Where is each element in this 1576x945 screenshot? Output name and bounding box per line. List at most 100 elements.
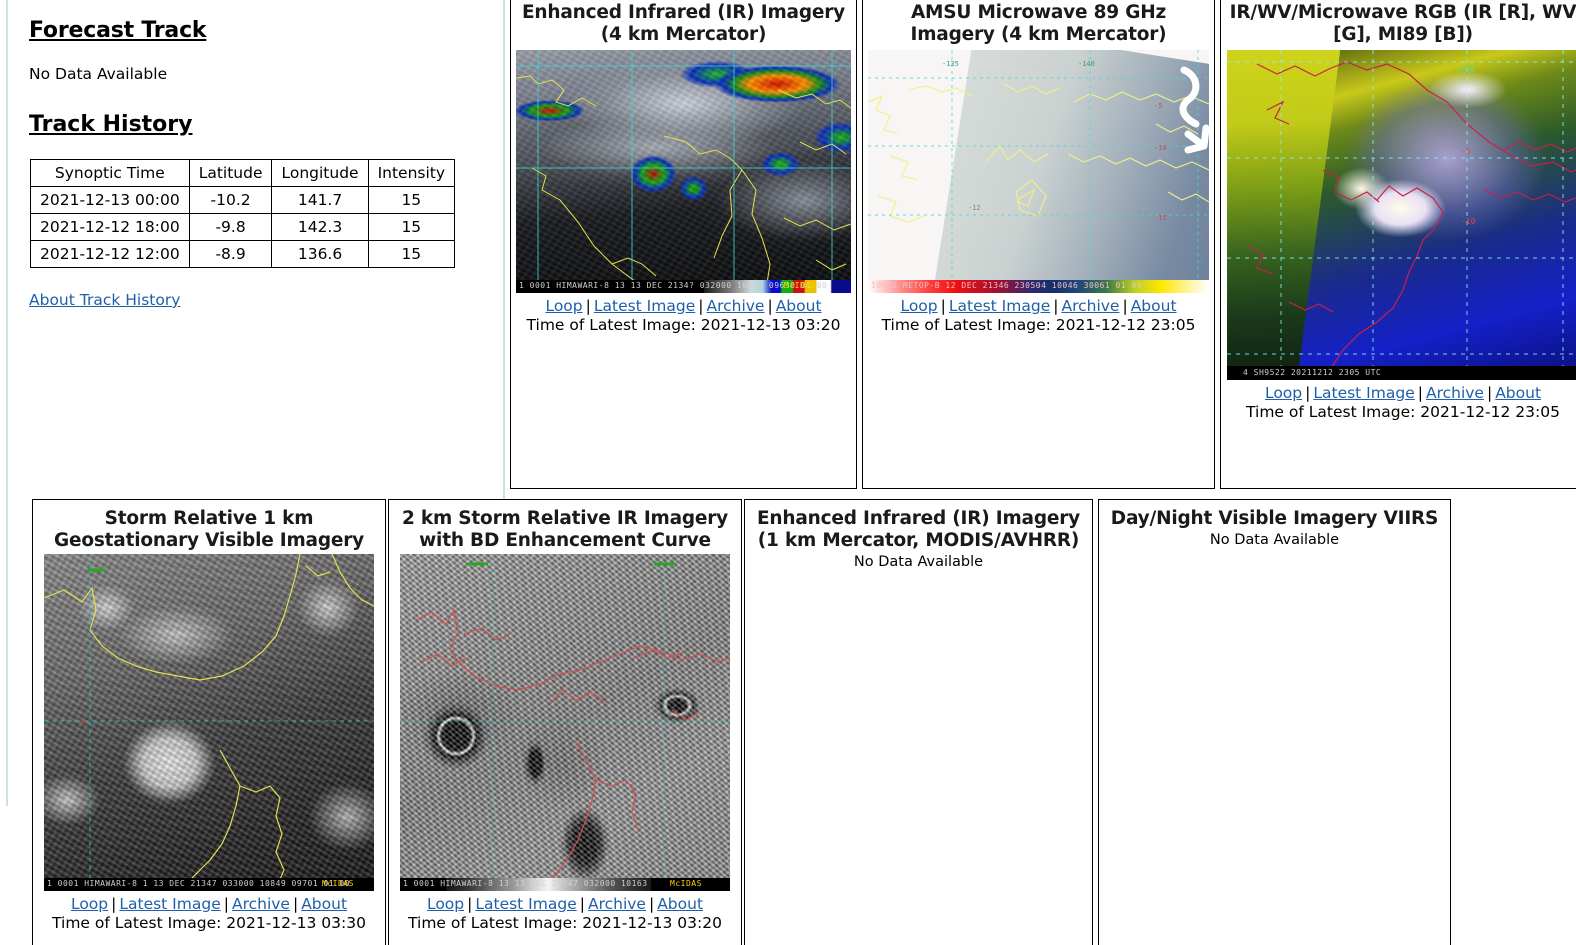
panel-title-storm-relative-2km-ir-bd: 2 km Storm Relative IR Imagery with BD E…	[401, 508, 729, 551]
panel-day-night-visible-viirs: Day/Night Visible Imagery VIIRS No Data …	[1098, 499, 1451, 945]
image-annotation-tag: McIDAS	[784, 281, 816, 290]
cell-synoptic-time: 2021-12-12 12:00	[30, 240, 190, 268]
latest-image-link[interactable]: Latest Image	[475, 895, 576, 913]
link-separator: |	[223, 895, 229, 913]
table-row: 2021-12-13 00:00 -10.2 141.7 15	[30, 186, 456, 214]
satellite-image-ir-wv-microwave-rgb[interactable]: -136 -5 -10 4 SH9522 20211212 2305 UTC	[1227, 50, 1576, 380]
cell-longitude: 142.3	[271, 213, 369, 241]
panel-enhanced-ir-1km: Enhanced Infrared (IR) Imagery (1 km Mer…	[744, 499, 1093, 945]
link-separator: |	[940, 297, 946, 315]
coastline-overlay-icon: -135 -140 -5 -10 -15 -12	[868, 50, 1209, 293]
latest-image-link[interactable]: Latest Image	[1313, 384, 1414, 402]
satellite-image-enhanced-ir-4km[interactable]: 1 0001 HIMAWARI-8 13 13 DEC 2134? 032000…	[516, 50, 851, 293]
about-link[interactable]: About	[301, 895, 347, 913]
loop-link[interactable]: Loop	[1265, 384, 1302, 402]
link-separator: |	[1486, 384, 1493, 402]
image-annotation-text: 1 0001 HIMAWARI-8 13 13 DEC 2134? 032000…	[519, 281, 828, 290]
cell-longitude: 141.7	[271, 186, 369, 214]
no-data-day-night-visible-viirs: No Data Available	[1209, 531, 1340, 548]
image-annotation-tag: McIDAS	[670, 879, 702, 888]
coastline-overlay-icon: -136 -5 -10	[1227, 50, 1576, 380]
panel-title-day-night-visible-viirs: Day/Night Visible Imagery VIIRS	[1110, 508, 1439, 529]
link-separator: |	[292, 895, 299, 913]
table-row: 2021-12-12 12:00 -8.9 136.6 15	[30, 240, 456, 268]
about-track-history-link[interactable]: About Track History	[29, 291, 180, 309]
svg-text:-5: -5	[1461, 147, 1471, 156]
svg-text:-10: -10	[1154, 144, 1167, 152]
forecast-track-heading: Forecast Track	[29, 18, 207, 43]
page-root: Forecast Track No Data Available Track H…	[0, 0, 1576, 945]
link-row-storm-relative-visible: Loop | Latest Image | Archive | About	[33, 895, 385, 913]
table-row: 2021-12-12 18:00 -9.8 142.3 15	[30, 213, 456, 241]
panel-title-enhanced-ir-4km: Enhanced Infrared (IR) Imagery (4 km Mer…	[522, 2, 845, 45]
link-separator: |	[648, 895, 655, 913]
link-separator: |	[1305, 384, 1311, 402]
link-separator: |	[1053, 297, 1059, 315]
cell-latitude: -8.9	[188, 240, 273, 268]
track-history-table: Synoptic Time Latitude Longitude Intensi…	[30, 159, 456, 268]
satellite-image-amsu-microwave-89ghz[interactable]: -135 -140 -5 -10 -15 -12 10051 METOP-B 1…	[868, 50, 1209, 293]
image-annotation-bar-visible: 1 0001 HIMAWARI-8 1 13 DEC 21347 033000 …	[44, 878, 374, 891]
link-separator: |	[467, 895, 473, 913]
archive-link[interactable]: Archive	[232, 895, 290, 913]
link-row-enhanced-ir-4km: Loop | Latest Image | Archive | About	[511, 297, 856, 315]
image-annotation-bar-bd: 1 0001 HIMAWARI-8 13 13 DEC 21347 032000…	[400, 878, 730, 891]
about-link[interactable]: About	[657, 895, 703, 913]
column-header-longitude: Longitude	[271, 159, 369, 187]
no-data-enhanced-ir-1km: No Data Available	[853, 553, 984, 570]
about-link[interactable]: About	[1495, 384, 1541, 402]
satellite-image-storm-relative-2km-ir-bd[interactable]: 1 0001 HIMAWARI-8 13 13 DEC 21347 032000…	[400, 554, 730, 891]
archive-link[interactable]: Archive	[1426, 384, 1484, 402]
loop-link[interactable]: Loop	[71, 895, 108, 913]
image-annotation-bar-enhanced-ir-4km: 1 0001 HIMAWARI-8 13 13 DEC 2134? 032000…	[516, 280, 851, 293]
latest-image-link[interactable]: Latest Image	[594, 297, 695, 315]
svg-text:-136: -136	[1455, 65, 1474, 74]
svg-text:-15: -15	[1154, 214, 1167, 222]
image-annotation-text: 10051 METOP-B 12 DEC 21346 230504 10046 …	[871, 281, 1143, 290]
svg-text:-140: -140	[1078, 60, 1095, 68]
cell-latitude: -10.2	[188, 186, 273, 214]
image-annotation-text: 4 SH9522 20211212 2305 UTC	[1243, 368, 1382, 377]
coastline-overlay-icon	[516, 50, 851, 293]
archive-link[interactable]: Archive	[588, 895, 646, 913]
column-header-synoptic-time: Synoptic Time	[30, 159, 190, 187]
image-annotation-bar-rgb: 4 SH9522 20211212 2305 UTC	[1227, 366, 1576, 380]
cell-longitude: 136.6	[271, 240, 369, 268]
archive-link[interactable]: Archive	[1061, 297, 1119, 315]
track-history-heading: Track History	[29, 112, 193, 137]
panel-title-storm-relative-1km-visible: Storm Relative 1 km Geostationary Visibl…	[53, 508, 365, 551]
link-separator: |	[698, 297, 704, 315]
image-annotation-tag: McIDAS	[322, 879, 354, 888]
image-annotation-text: 1 0001 HIMAWARI-8 1 13 DEC 21347 033000 …	[47, 879, 351, 888]
about-link[interactable]: About	[776, 297, 822, 315]
archive-link[interactable]: Archive	[706, 297, 764, 315]
loop-link[interactable]: Loop	[545, 297, 582, 315]
loop-link[interactable]: Loop	[900, 297, 937, 315]
cell-synoptic-time: 2021-12-12 18:00	[30, 213, 190, 241]
link-separator: |	[579, 895, 585, 913]
column-header-latitude: Latitude	[188, 159, 273, 187]
time-of-latest-image-rgb: Time of Latest Image: 2021-12-12 23:05	[1246, 403, 1560, 421]
loop-link[interactable]: Loop	[427, 895, 464, 913]
cell-synoptic-time: 2021-12-13 00:00	[30, 186, 190, 214]
svg-text:-10: -10	[1461, 217, 1476, 226]
cell-intensity: 15	[367, 186, 456, 214]
panel-storm-relative-1km-visible: Storm Relative 1 km Geostationary Visibl…	[32, 499, 386, 945]
svg-text:-135: -135	[942, 60, 959, 68]
latest-image-link[interactable]: Latest Image	[119, 895, 220, 913]
panel-title-enhanced-ir-1km: Enhanced Infrared (IR) Imagery (1 km Mer…	[757, 508, 1080, 551]
about-link[interactable]: About	[1131, 297, 1177, 315]
link-separator: |	[111, 895, 117, 913]
cell-intensity: 15	[367, 240, 456, 268]
cell-latitude: -9.8	[188, 213, 273, 241]
cell-intensity: 15	[367, 213, 456, 241]
table-header-row: Synoptic Time Latitude Longitude Intensi…	[30, 159, 456, 187]
svg-text:-5: -5	[1154, 102, 1162, 110]
column-header-intensity: Intensity	[367, 159, 456, 187]
satellite-image-storm-relative-1km-visible[interactable]: x 1 0001 HIMAWARI-8 1 13 DEC 21347 03300…	[44, 554, 374, 891]
latest-image-link[interactable]: Latest Image	[949, 297, 1050, 315]
panel-amsu-microwave-89ghz: AMSU Microwave 89 GHz Imagery (4 km Merc…	[862, 0, 1215, 489]
image-annotation-text: 1 0001 HIMAWARI-8 13 13 DEC 21347 032000…	[403, 879, 648, 888]
time-of-latest-image-storm-relative-visible: Time of Latest Image: 2021-12-13 03:30	[52, 914, 366, 932]
link-row-storm-relative-ir: Loop | Latest Image | Archive | About	[389, 895, 741, 913]
